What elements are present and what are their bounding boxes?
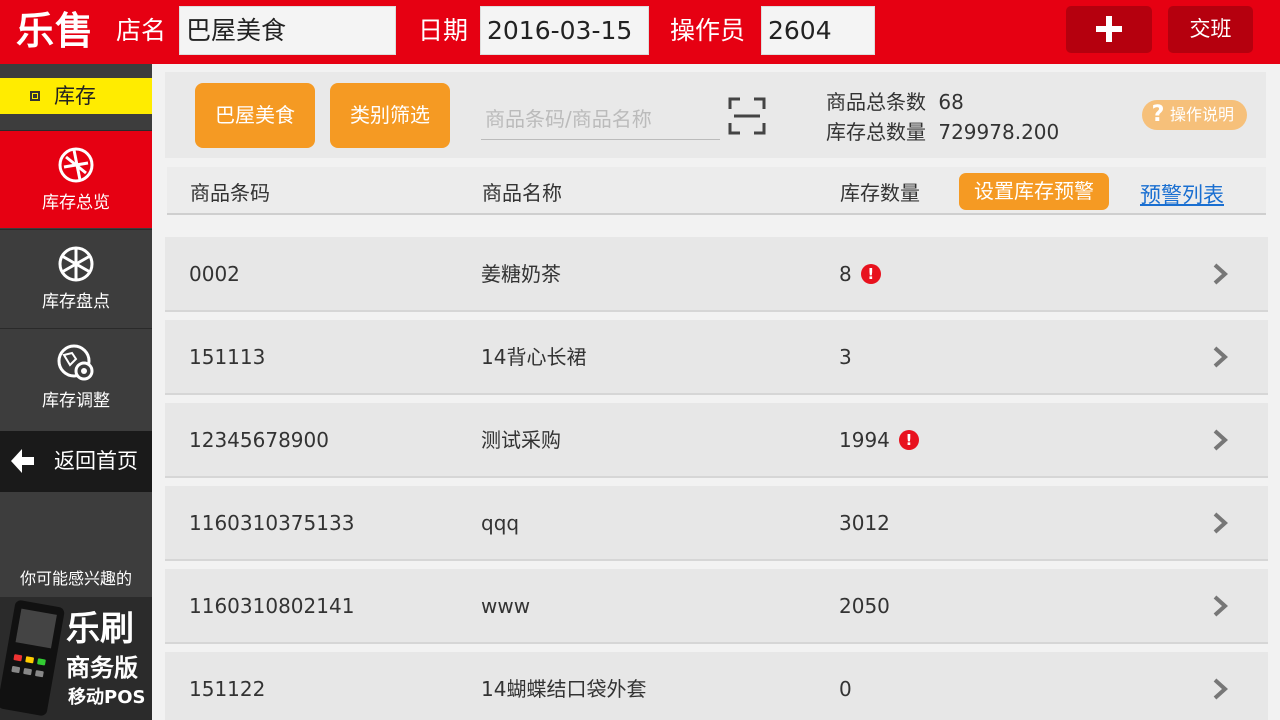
help-button[interactable]: ? 操作说明 (1142, 100, 1247, 130)
operator-label: 操作员 (670, 16, 746, 45)
total-qty-value: 729978.200 (938, 120, 1060, 144)
chevron-right-icon (1213, 263, 1228, 285)
add-button[interactable] (1066, 6, 1152, 53)
chevron-right-icon (1213, 595, 1228, 617)
row-code: 12345678900 (189, 428, 329, 452)
row-qty: 1994! (839, 425, 919, 455)
row-qty: 3 (839, 342, 852, 372)
chevron-right-icon (1213, 346, 1228, 368)
back-home-label: 返回首页 (54, 449, 138, 473)
promo-title: 你可能感兴趣的 (19, 569, 132, 588)
promo-line2: 商务版 (66, 654, 138, 682)
row-qty: 8! (839, 259, 881, 289)
warning-list-link[interactable]: 预警列表 (1140, 180, 1224, 210)
arrow-left-icon (11, 449, 34, 473)
table-row[interactable]: 0002 姜糖奶茶 8! (165, 237, 1268, 312)
row-qty-value: 2050 (839, 594, 890, 618)
row-name: 14蝴蝶结口袋外套 (481, 677, 647, 701)
date-label: 日期 (418, 16, 469, 45)
total-items-label: 商品总条数 (826, 90, 926, 114)
store-field[interactable]: 巴屋美食 (179, 6, 396, 55)
row-name: 14背心长裙 (481, 345, 587, 369)
app-logo: 乐售 (16, 9, 95, 53)
total-items-stat: 商品总条数 68 (826, 88, 964, 116)
scan-barcode-icon[interactable] (728, 97, 766, 135)
row-qty-value: 3 (839, 345, 852, 369)
top-bar: 乐售 店名 巴屋美食 日期 2016-03-15 操作员 2604 交班 (0, 0, 1280, 64)
count-icon (58, 246, 94, 282)
row-qty: 3012 (839, 508, 890, 538)
chevron-right-icon (1213, 429, 1228, 451)
overview-icon (58, 147, 94, 183)
total-qty-stat: 库存总数量 729978.200 (826, 118, 1059, 146)
sidebar: 库存 库存总览 库存盘点 库存调整 返回首页 你可能感兴趣的 乐刷 商务版 移动… (0, 64, 152, 720)
sidebar-item-stocktake[interactable]: 库存盘点 (0, 229, 152, 327)
store-label: 店名 (116, 16, 167, 45)
total-items-value: 68 (938, 90, 964, 114)
column-header-name: 商品名称 (482, 181, 562, 205)
row-code: 1160310375133 (189, 511, 355, 535)
row-name: qqq (481, 511, 520, 535)
sidebar-section-label: 库存 (54, 84, 96, 108)
row-qty-value: 1994 (839, 428, 890, 452)
row-qty-value: 3012 (839, 511, 890, 535)
row-name: www (481, 594, 531, 618)
row-name: 测试采购 (481, 428, 561, 452)
row-qty-value: 8 (839, 262, 852, 286)
square-bullet-icon (30, 91, 40, 101)
sidebar-section-inventory: 库存 (0, 78, 152, 114)
set-stock-warning-button[interactable]: 设置库存预警 (959, 173, 1109, 210)
table-row[interactable]: 151113 14背心长裙 3 (165, 320, 1268, 395)
question-icon: ? (1151, 102, 1165, 127)
sidebar-item-adjust[interactable]: 库存调整 (0, 328, 152, 426)
promo-line1: 乐刷 (66, 609, 134, 649)
adjust-icon (57, 344, 94, 381)
store-filter-button[interactable]: 巴屋美食 (195, 83, 315, 148)
table-row[interactable]: 1160310802141 www 2050 (165, 569, 1268, 644)
sidebar-item-label: 库存盘点 (42, 292, 110, 312)
search-input[interactable] (481, 98, 720, 140)
row-name: 姜糖奶茶 (481, 262, 561, 286)
date-field[interactable]: 2016-03-15 (480, 6, 649, 55)
table-row[interactable]: 12345678900 测试采购 1994! (165, 403, 1268, 478)
promo-banner[interactable]: 乐刷 商务版 移动POS (0, 597, 152, 720)
row-qty-value: 0 (839, 677, 852, 701)
table-row[interactable]: 1160310375133 qqq 3012 (165, 486, 1268, 561)
total-qty-label: 库存总数量 (826, 120, 926, 144)
plus-icon (1096, 16, 1122, 42)
row-qty: 0 (839, 674, 852, 704)
row-qty: 2050 (839, 591, 890, 621)
back-home-button[interactable]: 返回首页 (0, 431, 152, 492)
sidebar-item-label: 库存总览 (42, 193, 110, 213)
sidebar-item-overview[interactable]: 库存总览 (0, 130, 152, 228)
shift-handover-button[interactable]: 交班 (1168, 6, 1253, 53)
operator-field[interactable]: 2604 (761, 6, 875, 55)
category-filter-button[interactable]: 类别筛选 (330, 83, 450, 148)
row-code: 151122 (189, 677, 266, 701)
table-row[interactable]: 151122 14蝴蝶结口袋外套 0 (165, 652, 1268, 720)
sidebar-item-label: 库存调整 (42, 391, 110, 411)
row-code: 151113 (189, 345, 266, 369)
help-label: 操作说明 (1170, 105, 1235, 124)
pos-device-image (0, 599, 66, 717)
chevron-right-icon (1213, 678, 1228, 700)
row-code: 1160310802141 (189, 594, 355, 618)
row-code: 0002 (189, 262, 240, 286)
promo-line3: 移动POS (68, 687, 146, 708)
alert-icon: ! (898, 430, 919, 450)
chevron-right-icon (1213, 512, 1228, 534)
column-header-code: 商品条码 (190, 181, 270, 205)
alert-icon: ! (860, 264, 881, 284)
column-header-qty: 库存数量 (840, 181, 920, 205)
